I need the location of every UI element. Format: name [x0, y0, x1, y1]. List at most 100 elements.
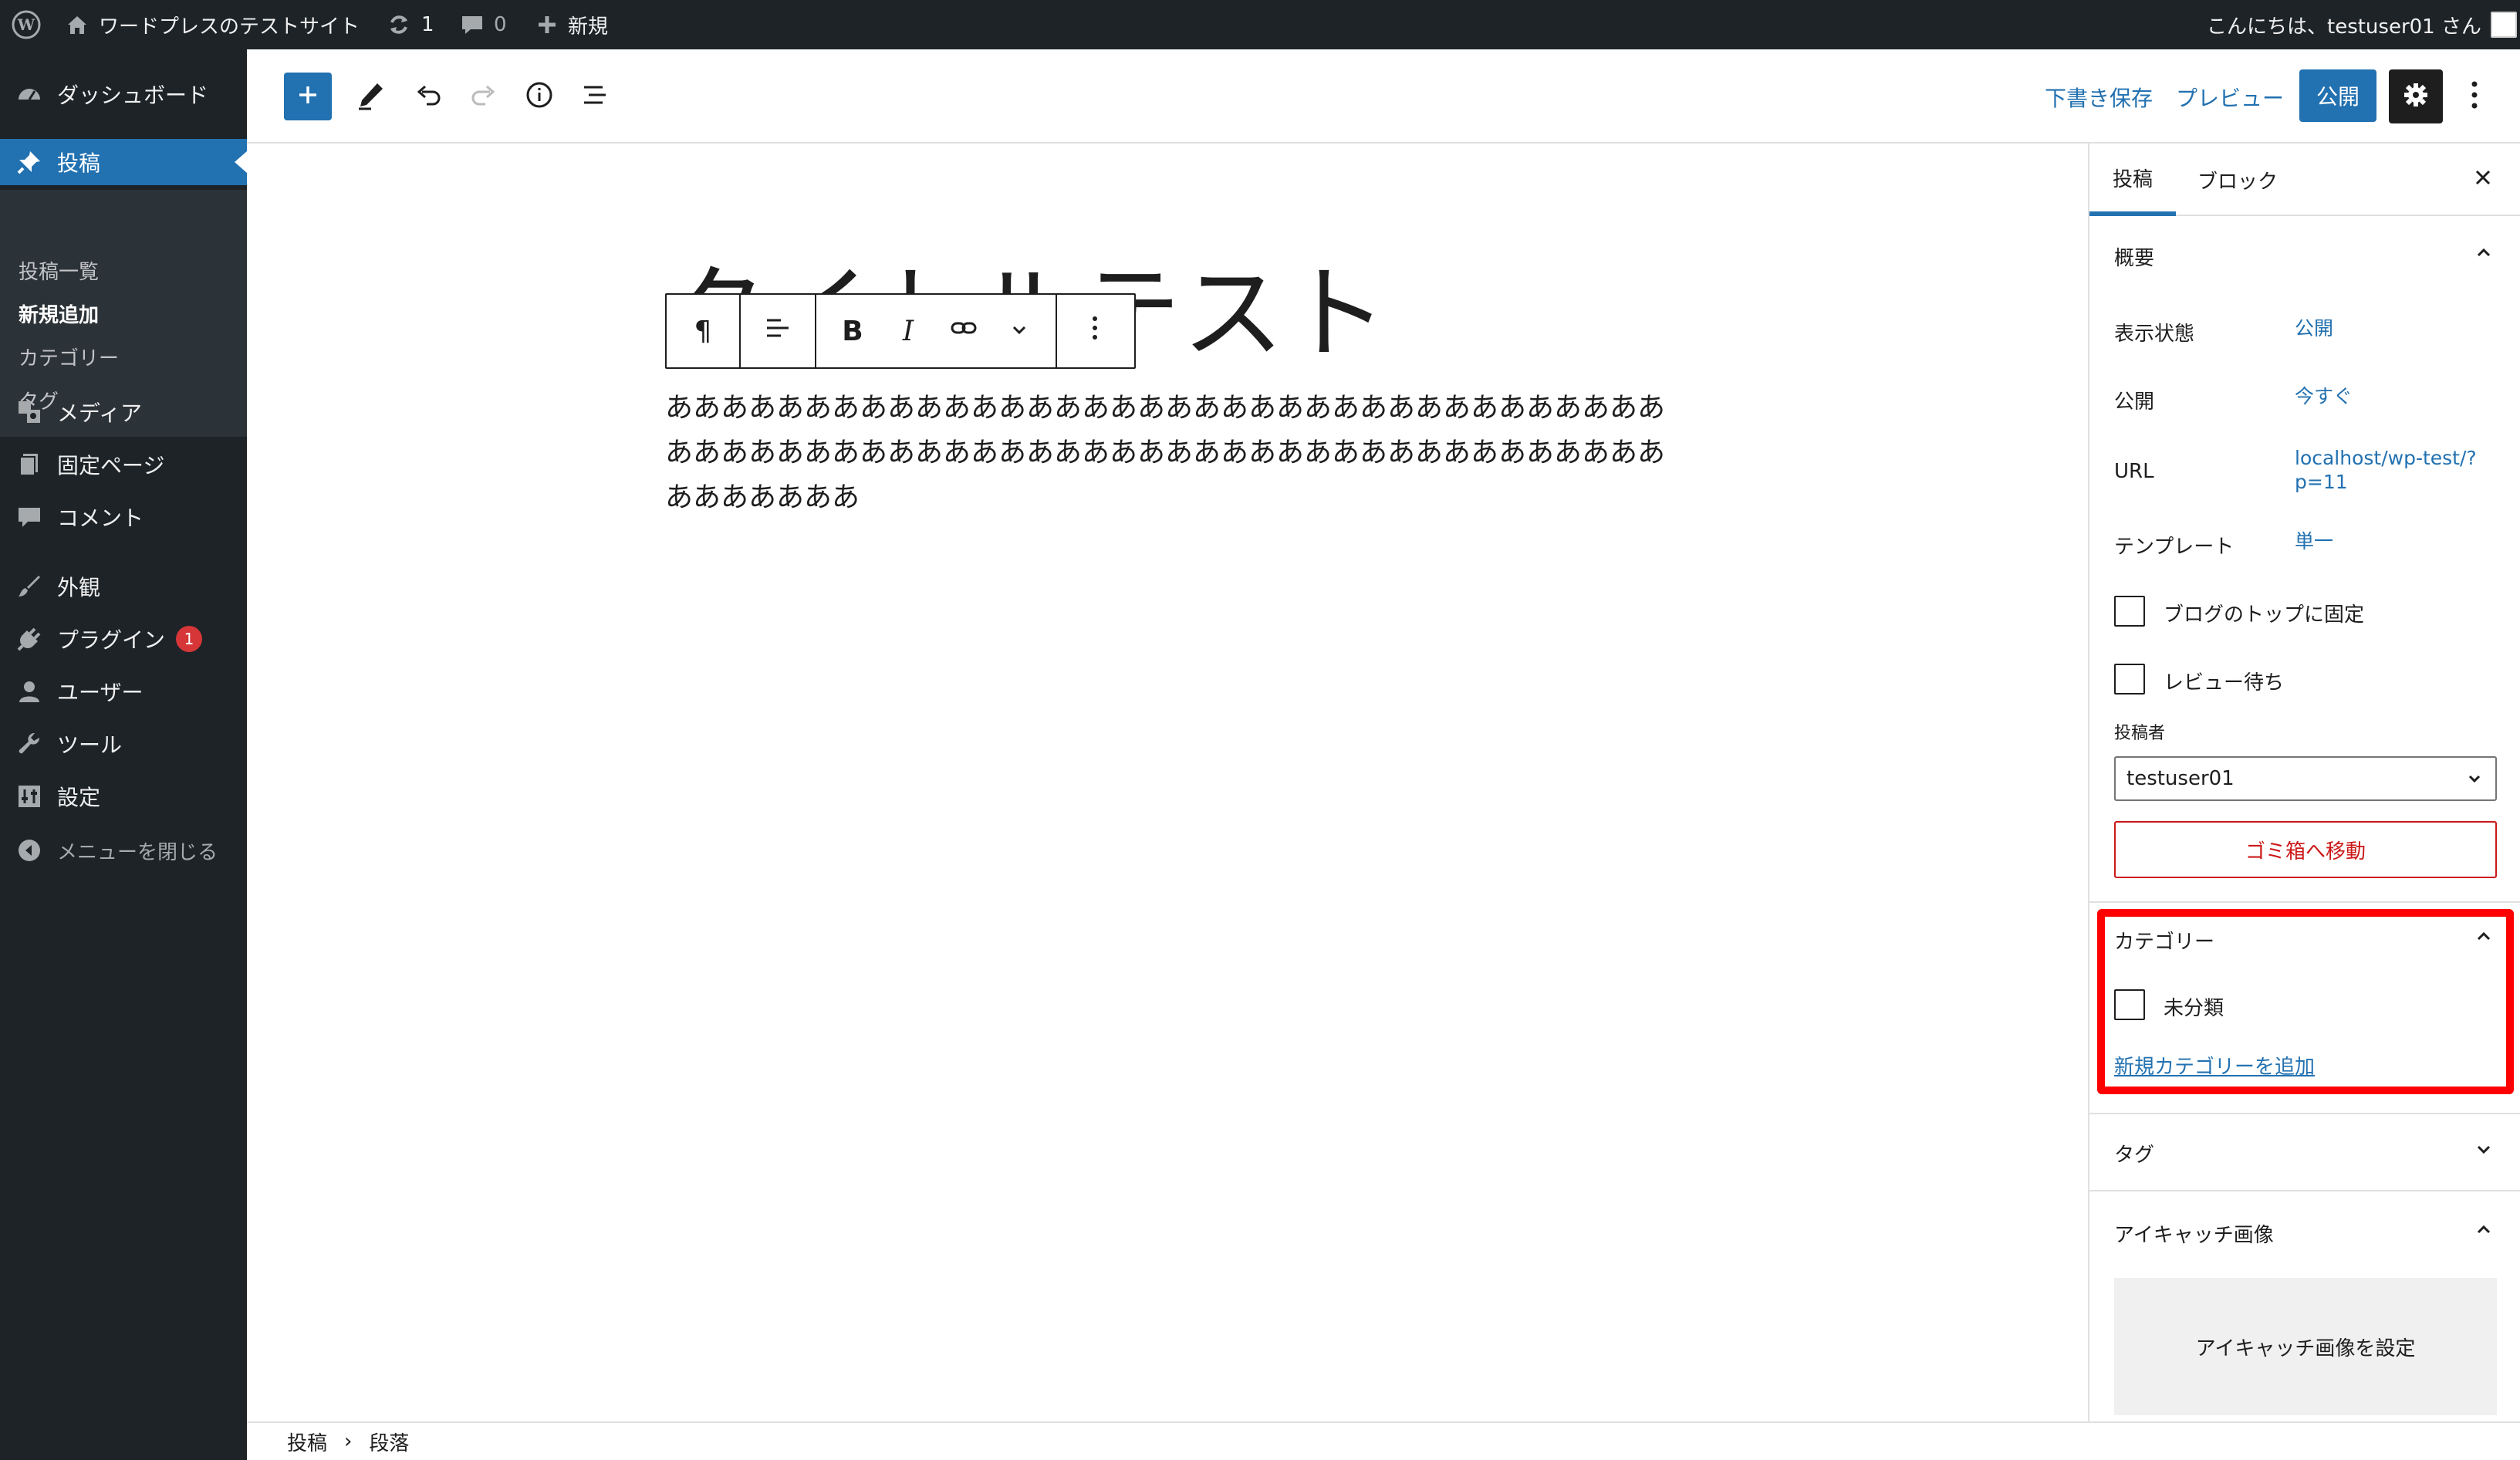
- options-menu-button[interactable]: [2463, 76, 2486, 117]
- featured-image-toggle[interactable]: [2472, 1219, 2495, 1242]
- featured-image-panel-heading[interactable]: アイキャッチ画像: [2114, 1219, 2274, 1248]
- preview-button[interactable]: プレビュー: [2176, 82, 2284, 113]
- pending-review-checkbox[interactable]: [2114, 664, 2145, 695]
- my-account-link[interactable]: こんにちは、testuser01 さん: [2207, 0, 2517, 49]
- template-value[interactable]: 単一: [2295, 529, 2333, 553]
- panel-divider: [2089, 1190, 2520, 1191]
- plugin-icon: [14, 624, 45, 654]
- italic-button[interactable]: I: [880, 295, 936, 367]
- publish-date-value[interactable]: 今すぐ: [2295, 384, 2353, 408]
- redo-icon: [468, 79, 499, 113]
- summary-toggle[interactable]: [2472, 242, 2495, 265]
- chevron-down-icon: [2474, 1139, 2494, 1162]
- publish-button[interactable]: 公開: [2299, 69, 2376, 122]
- url-value[interactable]: localhost/wp-test/? p=11: [2295, 446, 2477, 494]
- breadcrumb-post[interactable]: 投稿: [287, 1428, 327, 1456]
- chevron-up-icon: [2474, 926, 2494, 949]
- link-button[interactable]: [936, 295, 991, 367]
- block-toolbar: ¶ B I: [665, 293, 1136, 369]
- url-value-line1: localhost/wp-test/?: [2295, 447, 2477, 469]
- user-icon: [14, 676, 45, 707]
- updates-link[interactable]: 1: [386, 0, 434, 49]
- close-sidebar-button[interactable]: [2468, 164, 2498, 194]
- menu-comments-label: コメント: [57, 505, 144, 531]
- menu-plugins-label: プラグイン: [57, 627, 166, 653]
- pin-icon: [14, 147, 45, 177]
- undo-button[interactable]: [404, 73, 452, 120]
- menu-pages-label: 固定ページ: [57, 453, 165, 478]
- submenu-all-posts[interactable]: 投稿一覧: [19, 256, 99, 285]
- menu-dashboard-label: ダッシュボード: [57, 83, 209, 108]
- menu-collapse[interactable]: メニューを閉じる: [0, 827, 247, 874]
- link-icon: [949, 313, 978, 350]
- template-label: テンプレート: [2114, 536, 2235, 559]
- menu-users[interactable]: ユーザー: [0, 668, 247, 715]
- url-label: URL: [2114, 460, 2154, 483]
- new-content-link[interactable]: 新規: [535, 0, 608, 49]
- menu-posts[interactable]: 投稿: [0, 139, 247, 185]
- menu-appearance[interactable]: 外観: [0, 563, 247, 610]
- tags-toggle[interactable]: [2472, 1139, 2495, 1162]
- visibility-value[interactable]: 公開: [2295, 316, 2333, 340]
- block-type-button[interactable]: ¶: [667, 295, 739, 367]
- align-button[interactable]: [741, 295, 815, 367]
- block-inserter-button[interactable]: [284, 73, 332, 120]
- menu-posts-label: 投稿: [57, 150, 101, 176]
- tab-post-label: 投稿: [2113, 167, 2153, 191]
- site-name-link[interactable]: ワードプレスのテストサイト: [65, 0, 360, 49]
- categories-panel-heading[interactable]: カテゴリー: [2114, 926, 2214, 955]
- close-icon: [2473, 167, 2493, 191]
- url-value-line2: p=11: [2295, 471, 2348, 493]
- undo-icon: [413, 79, 444, 113]
- bold-button[interactable]: B: [825, 295, 880, 367]
- list-view-button[interactable]: [571, 73, 619, 120]
- details-button[interactable]: [515, 73, 563, 120]
- category-uncategorized-checkbox[interactable]: [2114, 989, 2145, 1020]
- save-draft-button[interactable]: 下書き保存: [2045, 82, 2153, 113]
- home-icon: [65, 12, 90, 37]
- paragraph-block[interactable]: ああああああああああああああああああああああああああああああああああああああああ…: [665, 386, 1676, 520]
- block-options-button[interactable]: [1058, 295, 1132, 367]
- menu-settings-label: 設定: [57, 785, 101, 810]
- author-select[interactable]: testuser01: [2114, 756, 2497, 801]
- menu-tools[interactable]: ツール: [0, 721, 247, 767]
- redo-button[interactable]: [460, 73, 508, 120]
- comments-link[interactable]: 0: [460, 0, 507, 49]
- tab-block[interactable]: ブロック: [2174, 144, 2301, 216]
- brush-icon: [14, 571, 45, 602]
- settings-button[interactable]: [2389, 69, 2443, 123]
- sticky-checkbox[interactable]: [2114, 596, 2145, 627]
- chevron-up-icon: [2474, 242, 2494, 265]
- categories-toggle[interactable]: [2472, 926, 2495, 949]
- tab-post[interactable]: 投稿: [2089, 144, 2177, 216]
- submenu-add-new[interactable]: 新規追加: [19, 299, 99, 328]
- pending-review-label: レビュー待ち: [2164, 671, 2285, 695]
- menu-appearance-label: 外観: [57, 575, 101, 600]
- category-uncategorized-label: 未分類: [2164, 997, 2224, 1020]
- wordpress-logo-icon[interactable]: W: [11, 0, 42, 49]
- italic-label: I: [902, 315, 914, 347]
- breadcrumb-paragraph[interactable]: 段落: [369, 1428, 409, 1456]
- more-formats-button[interactable]: [991, 295, 1047, 367]
- move-to-trash-button[interactable]: ゴミ箱へ移動: [2114, 821, 2497, 878]
- submenu-categories[interactable]: カテゴリー: [19, 343, 119, 371]
- comment-icon: [460, 12, 485, 37]
- tags-panel-heading[interactable]: タグ: [2114, 1139, 2154, 1168]
- add-new-category-link[interactable]: 新規カテゴリーを追加: [2114, 1051, 2315, 1080]
- tab-block-label: ブロック: [2197, 170, 2278, 194]
- visibility-label: 表示状態: [2114, 323, 2195, 346]
- menu-dashboard[interactable]: ダッシュボード: [0, 71, 247, 117]
- settings-sidebar: 投稿 ブロック 概要 表示状態 公開 公開 今すぐ URL localhost/…: [2088, 144, 2520, 1421]
- menu-settings[interactable]: 設定: [0, 773, 247, 820]
- tools-button[interactable]: [347, 73, 395, 120]
- author-select-value: testuser01: [2126, 767, 2235, 790]
- summary-panel-heading[interactable]: 概要: [2114, 242, 2154, 271]
- menu-plugins[interactable]: プラグイン 1: [0, 616, 247, 662]
- greeting: こんにちは、testuser01 さん: [2207, 15, 2481, 39]
- menu-pages[interactable]: 固定ページ: [0, 441, 247, 488]
- panel-divider: [2089, 1113, 2520, 1114]
- set-featured-image-button[interactable]: アイキャッチ画像を設定: [2114, 1278, 2497, 1415]
- menu-media[interactable]: メディア: [0, 389, 247, 435]
- site-name: ワードプレスのテストサイト: [99, 15, 360, 39]
- menu-comments[interactable]: コメント: [0, 494, 247, 540]
